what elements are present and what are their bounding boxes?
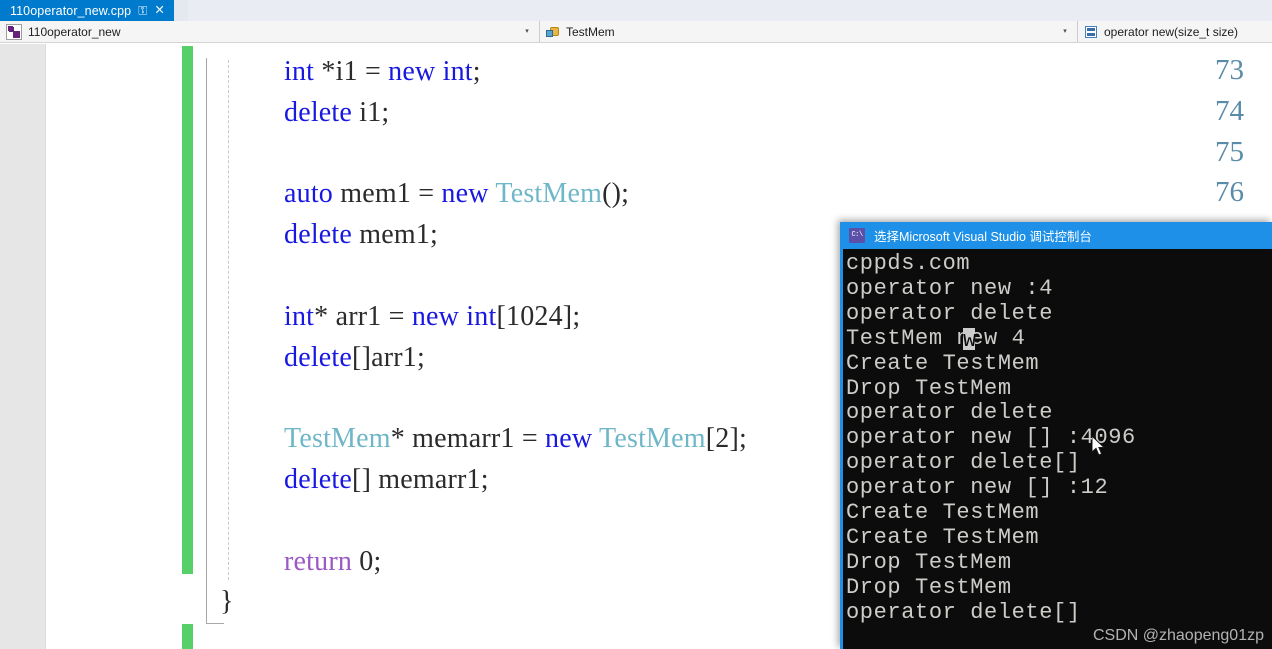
code-token: mem1 <box>333 178 419 210</box>
class-dropdown[interactable]: TestMem ▾ <box>540 21 1078 42</box>
class-icon <box>546 25 560 39</box>
code-token: = <box>388 300 412 332</box>
console-output-line: Create TestMem <box>846 350 1040 376</box>
member-dropdown[interactable]: operator new(size_t size) <box>1078 21 1272 42</box>
code-token: memarr1; <box>378 464 489 495</box>
console-output-line: operator new [] :12 <box>846 475 1109 501</box>
console-output-line: Create TestMem <box>846 524 1040 550</box>
console-output-line: Create TestMem <box>846 500 1040 525</box>
console-output-line: operator delete <box>846 400 1054 426</box>
code-token: * <box>390 423 413 455</box>
code-token: 0; <box>352 545 382 577</box>
code-token: [2]; <box>705 423 747 455</box>
code-token: [1024]; <box>496 300 581 332</box>
code-token: new <box>441 178 496 210</box>
pin-icon[interactable]: ⚿ <box>138 4 147 16</box>
line-number-gutter <box>46 44 182 649</box>
console-output-line: Drop TestMem <box>846 549 1012 575</box>
code-line[interactable]: } <box>220 588 234 616</box>
code-token: return <box>284 545 353 577</box>
class-dropdown-label: TestMem <box>566 24 615 39</box>
code-line[interactable]: delete[] memarr1; <box>284 466 489 494</box>
method-icon <box>1084 25 1098 39</box>
code-token: auto <box>284 178 334 210</box>
tab-strip-empty-area <box>188 0 1272 21</box>
code-token: int <box>284 300 315 332</box>
project-dropdown[interactable]: 110operator_new ▾ <box>0 21 540 42</box>
line-number: 75 <box>1215 135 1244 168</box>
code-token: int <box>284 56 315 87</box>
code-fold-line-foot <box>206 623 224 624</box>
editor-tab-strip: 110operator_new.cpp ⚿ ✕ <box>0 0 1272 22</box>
code-token: mem1; <box>352 219 439 251</box>
indent-guide <box>228 60 229 580</box>
code-line[interactable]: delete i1; <box>284 96 390 128</box>
code-token: new <box>545 423 599 455</box>
navigation-bar: 110operator_new ▾ TestMem ▾ operator new… <box>0 21 1272 43</box>
tab-110operator-new-cpp[interactable]: 110operator_new.cpp ⚿ ✕ <box>0 0 174 21</box>
chevron-down-icon[interactable]: ▾ <box>521 28 533 35</box>
console-caret-char: w <box>963 328 977 353</box>
code-token: delete <box>284 464 353 495</box>
console-output-line: Drop TestMem <box>846 574 1012 600</box>
code-token: new int <box>388 56 473 87</box>
console-output-line: TestMem new 4 <box>846 325 1026 351</box>
code-token: TestMem <box>495 178 603 210</box>
visual-studio-window: 110operator_new.cpp ⚿ ✕ 110operator_new … <box>0 0 1272 649</box>
console-output-line: operator new [] :4096 <box>846 425 1136 451</box>
code-token: TestMem <box>284 423 391 455</box>
change-bar <box>182 46 193 574</box>
console-output-line: operator delete[] <box>846 450 1081 476</box>
close-icon[interactable]: ✕ <box>154 4 164 17</box>
console-output-line: operator delete <box>846 300 1054 326</box>
line-number: 73 <box>1215 54 1244 86</box>
code-line[interactable]: int *i1 = new int; <box>284 58 481 86</box>
member-dropdown-label: operator new(size_t size) <box>1104 24 1239 39</box>
code-token: arr1 <box>335 300 389 332</box>
cmd-icon: C:\ <box>849 228 865 243</box>
code-line[interactable]: delete mem1; <box>284 221 438 249</box>
code-fold-line[interactable] <box>206 58 207 623</box>
code-line[interactable]: return 0; <box>284 545 382 577</box>
code-token: [] <box>352 341 372 373</box>
code-token: *i1 <box>314 56 365 87</box>
code-token: new int <box>411 300 497 332</box>
code-token: arr1; <box>371 341 425 373</box>
console-output-line: Drop TestMem <box>846 375 1012 401</box>
namespace-icon <box>6 23 22 40</box>
line-number: 76 <box>1215 176 1244 209</box>
chevron-down-icon[interactable]: ▾ <box>1059 28 1071 35</box>
code-token: = <box>418 178 442 210</box>
code-token: (); <box>602 178 630 210</box>
code-token: i1; <box>352 96 390 128</box>
console-title-label: 选择Microsoft Visual Studio 调试控制台 <box>874 230 1092 244</box>
project-dropdown-label: 110operator_new <box>28 24 121 39</box>
tab-label: 110operator_new.cpp <box>10 3 132 18</box>
editor-left-margin <box>0 44 46 649</box>
line-number: 74 <box>1215 94 1244 127</box>
code-token: memarr1 <box>412 423 522 455</box>
code-line[interactable]: int* arr1 = new int[1024]; <box>284 300 581 332</box>
code-token: delete <box>284 219 353 251</box>
code-line[interactable]: delete[]arr1; <box>284 341 425 373</box>
code-token: delete <box>284 341 353 373</box>
debug-console-window[interactable]: C:\ 选择Microsoft Visual Studio 调试控制台 cppd… <box>840 222 1272 649</box>
change-bar <box>182 624 193 649</box>
code-token: = <box>521 423 546 455</box>
code-token: TestMem <box>599 423 706 455</box>
console-output-line: operator new :4 <box>846 275 1054 301</box>
console-output-area[interactable]: cppds.com operator new :4 operator delete T… <box>840 249 1272 649</box>
console-output-line: operator delete[] <box>846 599 1081 625</box>
code-line[interactable]: auto mem1 = new TestMem(); <box>284 180 629 208</box>
code-token: delete <box>284 96 353 128</box>
console-title-bar[interactable]: C:\ 选择Microsoft Visual Studio 调试控制台 <box>840 222 1272 249</box>
code-line[interactable]: TestMem* memarr1 = new TestMem[2]; <box>284 425 747 453</box>
code-token: * <box>314 300 336 332</box>
code-token: = <box>364 56 389 87</box>
csdn-watermark: CSDN @zhaopeng01zp <box>1092 627 1264 644</box>
console-output-line: cppds.com <box>846 251 971 276</box>
code-token: ; <box>472 56 481 87</box>
code-token: [] <box>352 464 379 495</box>
code-token: } <box>220 586 234 618</box>
